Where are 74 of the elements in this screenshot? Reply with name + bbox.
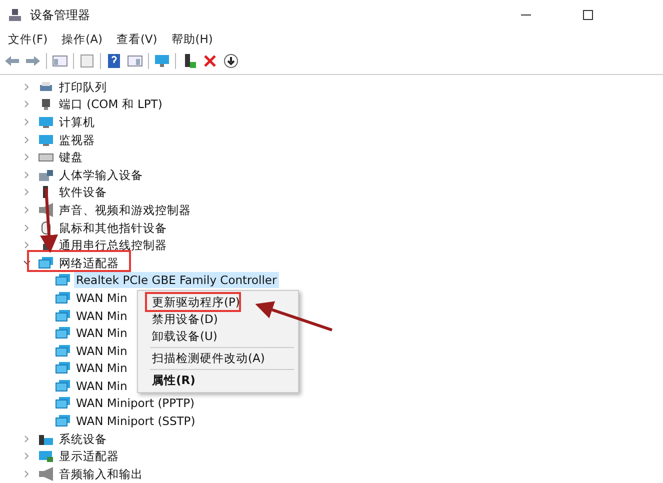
expand-chevron-icon[interactable] xyxy=(23,170,31,179)
expand-chevron-icon[interactable] xyxy=(23,118,31,126)
network-adapter-icon xyxy=(55,344,71,358)
expand-chevron-icon[interactable] xyxy=(23,100,31,108)
panel-icon[interactable] xyxy=(127,53,143,69)
tree-item[interactable]: WAN Min xyxy=(74,290,130,306)
expand-chevron-icon[interactable] xyxy=(23,241,31,250)
properties-icon[interactable] xyxy=(79,53,95,69)
expand-chevron-icon[interactable] xyxy=(23,188,31,196)
menu-item[interactable]: 查看(V) xyxy=(116,32,158,46)
menu-item[interactable]: 文件(F) xyxy=(8,32,48,46)
network-adapter-icon xyxy=(38,256,54,270)
tree-item[interactable]: Realtek PCIe GBE Family Controller xyxy=(74,272,279,288)
expand-chevron-icon[interactable] xyxy=(23,224,31,232)
close-icon[interactable] xyxy=(202,53,218,69)
down-arrow-circle-icon[interactable] xyxy=(223,53,239,69)
tree-item[interactable]: 端口 (COM 和 LPT) xyxy=(57,96,164,112)
speaker-icon xyxy=(38,202,54,217)
network-adapter-icon xyxy=(55,361,71,376)
network-adapter-icon xyxy=(55,326,71,340)
input-device-icon xyxy=(38,168,54,182)
tree-item[interactable]: WAN Min xyxy=(74,308,130,324)
network-adapter-icon xyxy=(55,308,71,323)
tree-item[interactable]: 音频输入和输出 xyxy=(57,466,145,482)
network-adapter-icon xyxy=(55,273,71,288)
network-adapter-icon xyxy=(55,396,71,410)
expand-chevron-icon[interactable] xyxy=(23,206,31,214)
context-menu-item[interactable]: 属性(R) xyxy=(138,372,298,389)
tree-item[interactable]: WAN Min xyxy=(74,325,130,342)
network-adapter-icon xyxy=(55,414,71,428)
tree-item[interactable]: 人体学输入设备 xyxy=(57,166,145,183)
device-manager-icon xyxy=(8,8,22,22)
menu-item[interactable]: 操作(A) xyxy=(62,32,102,46)
tree-item[interactable]: 声音、视频和游戏控制器 xyxy=(57,202,193,218)
tree-item[interactable]: WAN Min xyxy=(74,378,130,394)
tree-item[interactable]: 鼠标和其他指针设备 xyxy=(57,220,169,236)
tree-item[interactable]: 键盘 xyxy=(57,149,85,166)
expand-chevron-icon[interactable] xyxy=(23,82,31,91)
monitor-icon[interactable] xyxy=(154,53,170,69)
expand-chevron-icon[interactable] xyxy=(23,153,31,162)
tree-item[interactable]: WAN Miniport (SSTP) xyxy=(74,413,198,430)
context-menu-item[interactable]: 扫描检测硬件改动(A) xyxy=(138,350,298,367)
expand-chevron-icon[interactable] xyxy=(23,434,31,443)
back-arrow-icon[interactable] xyxy=(4,53,20,69)
context-menu-item[interactable]: 禁用设备(D) xyxy=(138,311,298,328)
tree-item[interactable]: 网络适配器 xyxy=(57,254,121,271)
speaker-icon xyxy=(38,466,54,481)
tree-item[interactable]: 显示适配器 xyxy=(57,448,121,464)
tree-item[interactable]: 监视器 xyxy=(57,132,97,148)
help-icon[interactable] xyxy=(106,53,122,69)
tree-item[interactable]: 计算机 xyxy=(57,114,97,130)
window-title: 设备管理器 xyxy=(30,6,91,24)
menu-item[interactable]: 帮助(H) xyxy=(171,32,213,46)
expand-chevron-icon[interactable] xyxy=(23,136,31,144)
monitor-icon xyxy=(38,132,54,147)
tree-item[interactable]: WAN Min xyxy=(74,342,130,359)
console-tree-icon[interactable] xyxy=(52,53,68,69)
forward-arrow-icon[interactable] xyxy=(25,53,41,69)
tree-item[interactable]: 软件设备 xyxy=(57,184,109,200)
maximize-icon[interactable] xyxy=(583,10,593,20)
monitor-icon xyxy=(38,114,54,129)
expand-chevron-icon[interactable] xyxy=(23,452,31,460)
display-adapter-icon xyxy=(38,449,54,464)
network-adapter-icon xyxy=(55,378,71,393)
context-menu-item[interactable]: 更新驱动程序(P) xyxy=(138,294,298,311)
context-menu-item[interactable]: 卸载设备(U) xyxy=(138,328,298,345)
expand-chevron-icon[interactable] xyxy=(23,470,31,478)
network-adapter-icon xyxy=(55,290,71,305)
tree-item[interactable]: 系统设备 xyxy=(57,430,109,447)
collapse-chevron-icon[interactable] xyxy=(23,258,31,267)
tree-item[interactable]: 打印队列 xyxy=(57,78,109,95)
tree-item[interactable]: WAN Min xyxy=(74,360,130,376)
printer-icon xyxy=(38,80,54,94)
tree-item[interactable]: WAN Miniport (PPTP) xyxy=(74,395,196,412)
